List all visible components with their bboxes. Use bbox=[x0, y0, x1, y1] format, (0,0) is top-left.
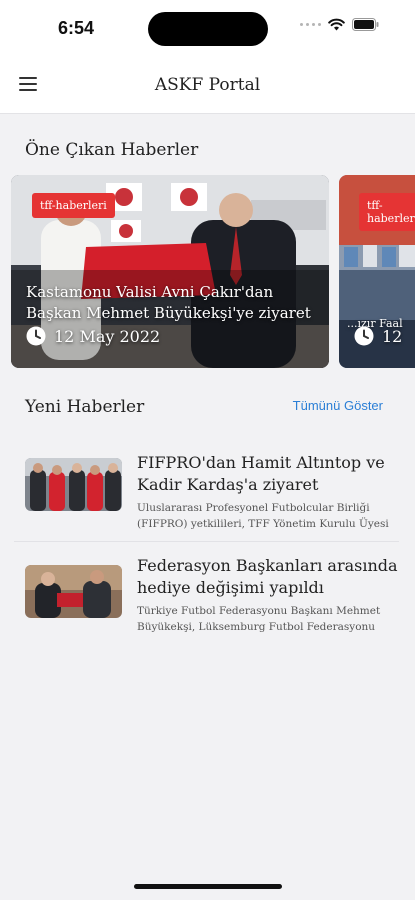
news-section-title: Yeni Haberler bbox=[25, 397, 145, 417]
app-header: ASKF Portal bbox=[0, 58, 415, 114]
signal-icon bbox=[300, 23, 321, 26]
wifi-icon bbox=[328, 18, 345, 31]
news-list-item[interactable]: Federasyon Başkanları arasında hediye de… bbox=[0, 555, 415, 643]
featured-section-title: Öne Çıkan Haberler bbox=[25, 140, 199, 160]
featured-date-row-partial: 12 bbox=[354, 326, 402, 346]
news-title: Federasyon Başkanları arasında hediye de… bbox=[137, 556, 398, 597]
featured-tag: tff-haberleri bbox=[32, 193, 115, 218]
status-icons bbox=[300, 18, 379, 31]
featured-card-partial[interactable]: tff-haberleri ...ızır Faal 12 bbox=[339, 175, 415, 368]
battery-icon bbox=[352, 18, 379, 31]
dynamic-island bbox=[148, 12, 268, 46]
news-summary: Türkiye Futbol Federasyonu Başkanı Mehme… bbox=[137, 605, 381, 633]
news-list-item[interactable]: FIFPRO'dan Hamit Altıntop ve Kadir Karda… bbox=[0, 452, 415, 540]
featured-card[interactable]: tff-haberleri Kastamonu Valisi Avni Çakı… bbox=[11, 175, 329, 368]
clock-icon bbox=[354, 326, 374, 346]
status-time: 6:54 bbox=[58, 18, 95, 38]
news-thumbnail bbox=[25, 565, 122, 618]
clock-icon bbox=[26, 326, 46, 346]
featured-date: 12 May 2022 bbox=[54, 326, 161, 346]
featured-tag-partial: tff-haberleri bbox=[359, 193, 415, 231]
featured-date-row: 12 May 2022 bbox=[26, 326, 160, 346]
news-title: FIFPRO'dan Hamit Altıntop ve Kadir Karda… bbox=[137, 453, 385, 494]
divider bbox=[14, 541, 399, 542]
app-title: ASKF Portal bbox=[154, 75, 261, 95]
home-indicator[interactable] bbox=[134, 884, 282, 889]
show-all-link[interactable]: Tümünü Göster bbox=[293, 398, 383, 413]
news-summary: Uluslararası Profesyonel Futbolcular Bir… bbox=[137, 502, 389, 530]
news-thumbnail bbox=[25, 458, 122, 511]
featured-title: Kastamonu Valisi Avni Çakır'dan Başkan M… bbox=[26, 283, 311, 322]
featured-date-partial: 12 bbox=[382, 326, 403, 346]
status-bar: 6:54 bbox=[0, 0, 415, 58]
